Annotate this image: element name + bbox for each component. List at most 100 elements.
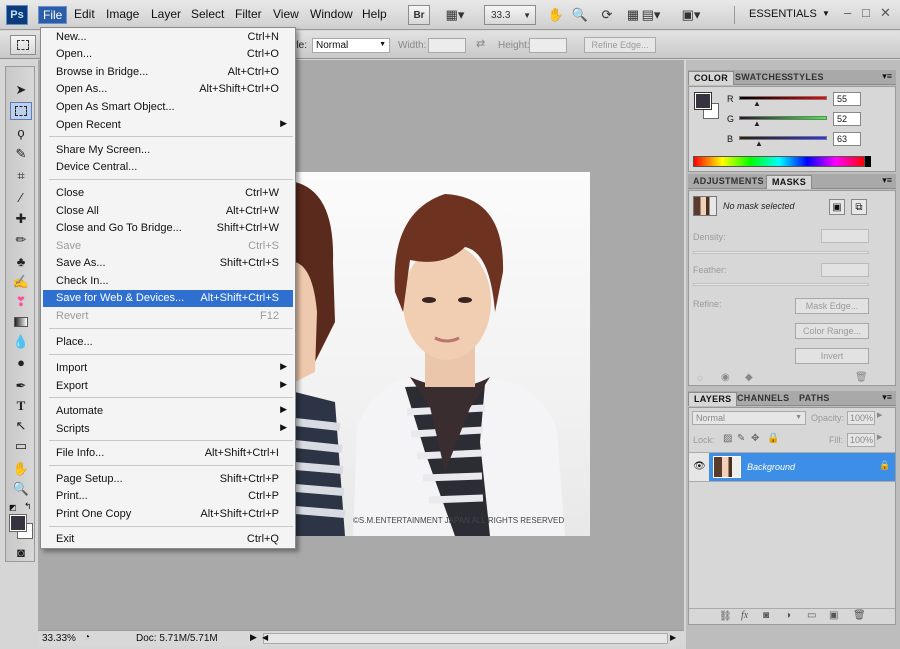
style-dropdown[interactable]: Normal ▼	[312, 38, 390, 53]
chevron-down-icon[interactable]: ▶	[877, 411, 882, 419]
marquee-preset-icon[interactable]	[10, 35, 36, 55]
menu-help[interactable]: Help	[358, 6, 391, 22]
load-selection-icon[interactable]: ◌	[697, 373, 703, 384]
width-input[interactable]	[428, 38, 466, 53]
workspace-switcher[interactable]: ESSENTIALS	[749, 8, 817, 20]
height-input[interactable]	[529, 38, 567, 53]
file-menu-close[interactable]: Close Ctrl+W	[43, 185, 293, 202]
trash-icon[interactable]: 🗑	[855, 372, 868, 383]
file-menu-revert[interactable]: Revert F12	[43, 308, 293, 325]
hand-tool-icon[interactable]: ✋	[10, 460, 32, 478]
chevron-down-icon[interactable]: ▼	[822, 9, 830, 18]
tab-layers[interactable]: LAYERS	[688, 392, 738, 406]
maximize-button[interactable]: □	[862, 5, 870, 20]
type-tool-icon[interactable]: T	[10, 397, 32, 415]
red-value[interactable]: 55	[833, 92, 861, 106]
blue-value[interactable]: 63	[833, 132, 861, 146]
lasso-tool-icon[interactable]: ϙ	[10, 123, 32, 141]
lock-pixels-icon[interactable]: ✎	[737, 433, 745, 444]
quick-selection-tool-icon[interactable]: ✎	[10, 145, 32, 163]
file-menu-open-recent[interactable]: Open Recent ▶	[43, 117, 293, 134]
file-menu-open[interactable]: Open... Ctrl+O	[43, 46, 293, 63]
pixel-mask-icon[interactable]: ▣	[829, 199, 845, 215]
color-range-button[interactable]: Color Range...	[795, 323, 869, 339]
link-layers-icon[interactable]: ⛓	[719, 611, 732, 622]
adjustment-layer-icon[interactable]: ◑	[785, 610, 791, 621]
foreground-swatch[interactable]	[694, 92, 712, 110]
document-image[interactable]: ©S.M.ENTERTAINMENT JAPAN ALL RIGHTS RESE…	[295, 172, 590, 536]
menu-edit[interactable]: Edit	[70, 6, 99, 22]
foreground-color-swatch[interactable]	[9, 514, 27, 532]
fill-input[interactable]: 100%	[847, 433, 875, 447]
eyedropper-tool-icon[interactable]: ⁄	[10, 188, 32, 206]
file-menu-place[interactable]: Place...	[43, 334, 293, 351]
file-menu-export[interactable]: Export ▶	[43, 378, 293, 395]
file-menu-page-setup[interactable]: Page Setup... Shift+Ctrl+P	[43, 471, 293, 488]
minimize-button[interactable]: –	[844, 5, 851, 20]
color-spectrum-ramp[interactable]	[693, 156, 865, 167]
tab-styles[interactable]: STYLES	[782, 71, 829, 85]
file-menu-close-go-to-bridge[interactable]: Close and Go To Bridge... Shift+Ctrl+W	[43, 220, 293, 237]
file-menu-close-all[interactable]: Close All Alt+Ctrl+W	[43, 203, 293, 220]
file-menu-file-info[interactable]: File Info... Alt+Shift+Ctrl+I	[43, 445, 293, 462]
tab-masks[interactable]: MASKS	[766, 175, 813, 189]
layer-name[interactable]: Background	[747, 462, 795, 472]
file-menu-open-as[interactable]: Open As... Alt+Shift+Ctrl+O	[43, 81, 293, 98]
bridge-button[interactable]: Br	[408, 5, 430, 25]
blend-mode-dropdown[interactable]: Normal ▼	[692, 411, 806, 425]
clone-stamp-tool-icon[interactable]: ♣	[10, 252, 32, 270]
screen-mode-icon[interactable]: ▣▾	[676, 5, 706, 25]
add-mask-icon[interactable]: ◙	[763, 610, 769, 621]
black-swatch[interactable]	[865, 156, 871, 167]
vector-mask-icon[interactable]: ⧉	[851, 199, 867, 215]
file-menu-share-my-screen[interactable]: Share My Screen...	[43, 142, 293, 159]
density-input[interactable]	[821, 229, 869, 243]
new-layer-icon[interactable]: ▣	[829, 610, 838, 621]
menu-filter[interactable]: Filter	[231, 6, 266, 22]
horizontal-scrollbar[interactable]	[263, 633, 668, 644]
file-menu-new[interactable]: New... Ctrl+N	[43, 29, 293, 46]
slider-thumb-icon[interactable]: ▲	[753, 119, 761, 128]
brush-tool-icon[interactable]: ✏	[10, 231, 32, 249]
lock-position-icon[interactable]: ✥	[751, 433, 759, 444]
file-menu-scripts[interactable]: Scripts ▶	[43, 421, 293, 438]
refine-edge-button[interactable]: Refine Edge...	[584, 37, 656, 53]
history-brush-tool-icon[interactable]: ✍	[10, 273, 32, 291]
tab-adjustments[interactable]: ADJUSTMENTS	[688, 175, 769, 189]
hand-tool-icon[interactable]: ✋	[546, 5, 566, 25]
opacity-input[interactable]: 100%	[847, 411, 875, 425]
lock-transparency-icon[interactable]: ▨	[723, 433, 732, 444]
crop-tool-icon[interactable]: ⌗	[10, 167, 32, 185]
file-menu-print-one-copy[interactable]: Print One Copy Alt+Shift+Ctrl+P	[43, 506, 293, 523]
mask-edge-button[interactable]: Mask Edge...	[795, 298, 869, 314]
menu-view[interactable]: View	[269, 6, 303, 22]
slider-thumb-icon[interactable]: ▲	[755, 139, 763, 148]
move-tool-icon[interactable]: ➤	[10, 81, 32, 99]
file-menu-print[interactable]: Print... Ctrl+P	[43, 488, 293, 505]
panel-menu-icon[interactable]: ▾≡	[882, 392, 892, 403]
gradient-tool-icon[interactable]	[10, 313, 32, 331]
invert-button[interactable]: Invert	[795, 348, 869, 364]
panel-menu-icon[interactable]: ▾≡	[882, 71, 892, 82]
marquee-tool-icon[interactable]	[10, 102, 32, 120]
file-menu-exit[interactable]: Exit Ctrl+Q	[43, 531, 293, 548]
dodge-tool-icon[interactable]: ●	[10, 353, 32, 371]
menu-file[interactable]: File	[38, 6, 68, 24]
file-menu-check-in[interactable]: Check In...	[43, 273, 293, 290]
status-info-icon[interactable]: ◔	[84, 632, 90, 643]
scroll-left-icon[interactable]: ◀	[262, 633, 268, 642]
file-menu-save-as[interactable]: Save As... Shift+Ctrl+S	[43, 255, 293, 272]
view-extras-icon[interactable]: ▦▾	[440, 5, 470, 25]
feather-slider[interactable]	[693, 283, 869, 286]
green-value[interactable]: 52	[833, 112, 861, 126]
file-menu-browse-in-bridge[interactable]: Browse in Bridge... Alt+Ctrl+O	[43, 64, 293, 81]
slider-thumb-icon[interactable]: ▲	[753, 99, 761, 108]
healing-brush-tool-icon[interactable]: ✚	[10, 210, 32, 228]
feather-input[interactable]	[821, 263, 869, 277]
status-menu-arrow-icon[interactable]: ▶	[250, 632, 257, 643]
layer-row[interactable]: 👁 Background 🔒	[689, 452, 895, 482]
density-slider[interactable]	[693, 251, 869, 254]
default-colors-icon[interactable]: ◩	[9, 503, 17, 512]
tab-channels[interactable]: CHANNELS	[732, 392, 794, 406]
panel-menu-icon[interactable]: ▾≡	[882, 175, 892, 186]
